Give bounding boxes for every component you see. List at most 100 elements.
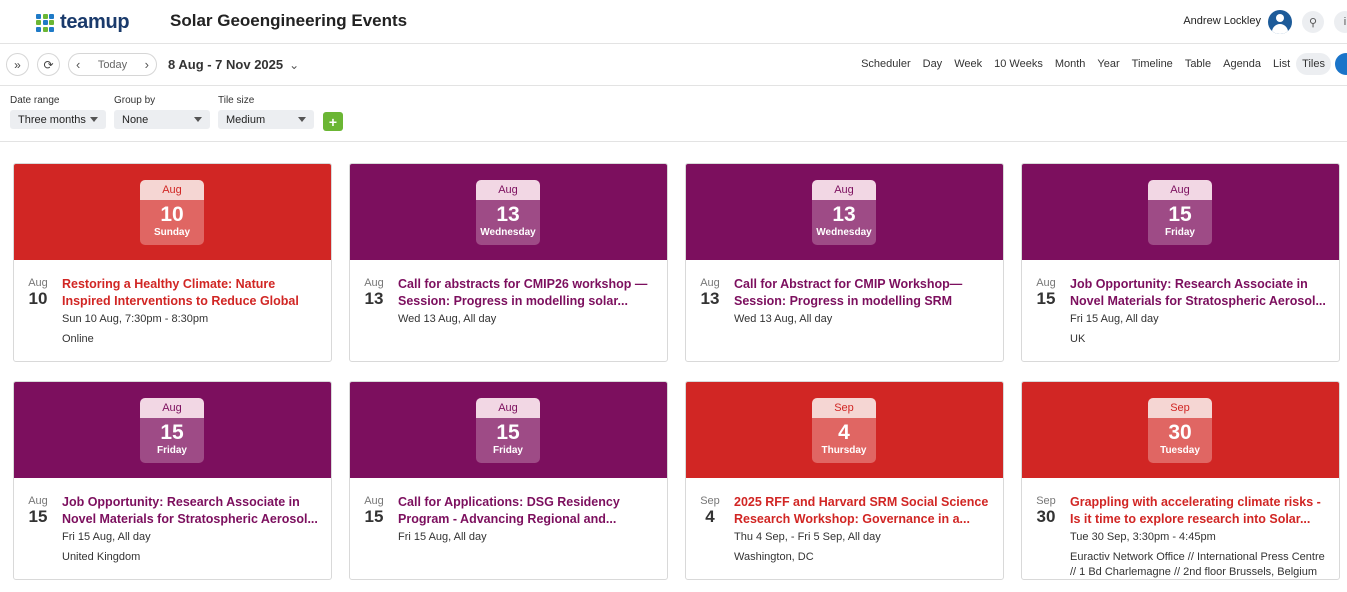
event-tile[interactable]: Aug 13 Wednesday Aug 13 Call for Abstract … [685, 163, 1004, 362]
tile-banner: Aug 13 Wednesday [686, 164, 1003, 260]
event-title[interactable]: Call for Abstract for CMIP Workshop— Ses… [734, 276, 991, 310]
event-location: Euractiv Network Office // International… [1070, 551, 1325, 578]
event-title[interactable]: Grappling with accelerating climate risk… [1070, 494, 1327, 528]
menu-icon[interactable] [1335, 53, 1347, 75]
calendar-badge: Aug 13 Wednesday [476, 180, 540, 245]
event-time: Fri 15 Aug, All day [398, 531, 487, 543]
tile-banner: Aug 10 Sunday [14, 164, 331, 260]
avatar[interactable] [1268, 10, 1292, 34]
mini-date: Aug 15 [362, 495, 386, 527]
mini-day: 15 [364, 507, 384, 526]
event-title[interactable]: Job Opportunity: Research Associate in N… [1070, 276, 1327, 310]
tile-size-filter: Tile size Medium [218, 95, 314, 129]
dropdown-arrow-icon [90, 117, 98, 122]
date-range-select[interactable]: Three months [10, 110, 106, 129]
view-week[interactable]: Week [948, 53, 988, 75]
mini-month: Aug [28, 277, 48, 289]
mini-month: Aug [1036, 277, 1056, 289]
date-range-filter-label: Date range [10, 95, 60, 106]
event-time: Sun 10 Aug, 7:30pm - 8:30pm [62, 313, 209, 325]
mini-date: Aug 13 [698, 277, 722, 309]
mini-date: Aug 13 [362, 277, 386, 309]
calendar-badge: Aug 10 Sunday [140, 180, 204, 245]
event-tiles-grid: Aug 10 Sunday Aug 10 Restoring a Healthy C… [13, 163, 1340, 580]
event-title[interactable]: 2025 RFF and Harvard SRM Social Science … [734, 494, 991, 528]
view-month[interactable]: Month [1049, 53, 1092, 75]
event-tile[interactable]: Aug 10 Sunday Aug 10 Restoring a Healthy C… [13, 163, 332, 362]
calendar-badge: Aug 15 Friday [140, 398, 204, 463]
mini-day: 13 [700, 289, 720, 308]
mini-month: Aug [700, 277, 720, 289]
event-title[interactable]: Call for abstracts for CMIP26 workshop —… [398, 276, 655, 310]
event-tile[interactable]: Aug 15 Friday Aug 15 Job Opportunity: Rese… [1021, 163, 1340, 362]
badge-day: 15 [496, 421, 520, 444]
tile-size-select-value: Medium [226, 113, 266, 126]
tile-filters: Date range Three months Group by None Ti… [0, 86, 1347, 142]
date-range-selector[interactable]: 8 Aug - 7 Nov 2025 ⌄ [168, 57, 299, 72]
mini-day: 30 [1036, 507, 1056, 526]
badge-month: Sep [812, 398, 876, 418]
tile-size-select[interactable]: Medium [218, 110, 314, 129]
event-time: Fri 15 Aug, All day [62, 531, 151, 543]
badge-month: Aug [1148, 180, 1212, 200]
search-icon[interactable]: ⚲ [1302, 11, 1324, 33]
mini-date: Sep 30 [1034, 495, 1058, 527]
event-title[interactable]: Call for Applications: DSG Residency Pro… [398, 494, 655, 528]
view-agenda[interactable]: Agenda [1217, 53, 1267, 75]
badge-weekday: Friday [492, 445, 523, 456]
calendar-badge: Sep 30 Tuesday [1148, 398, 1212, 463]
tile-banner: Sep 4 Thursday [686, 382, 1003, 478]
tile-banner: Aug 15 Friday [14, 382, 331, 478]
view-list[interactable]: List [1267, 53, 1296, 75]
event-tile[interactable]: Aug 13 Wednesday Aug 13 Call for abstracts… [349, 163, 668, 362]
badge-month: Aug [476, 180, 540, 200]
expand-sidebar-icon[interactable]: » [6, 53, 29, 76]
view-year[interactable]: Year [1091, 53, 1125, 75]
event-title[interactable]: Restoring a Healthy Climate: Nature Insp… [62, 276, 319, 310]
prev-arrow-icon[interactable]: ‹ [76, 57, 80, 72]
badge-weekday: Wednesday [816, 227, 872, 238]
event-time: Thu 4 Sep, - Fri 5 Sep, All day [734, 531, 881, 543]
tile-banner: Aug 15 Friday [1022, 164, 1339, 260]
view-scheduler[interactable]: Scheduler [855, 53, 917, 75]
group-by-filter-label: Group by [114, 95, 156, 106]
calendar-badge: Aug 15 Friday [1148, 180, 1212, 245]
calendar-badge: Aug 13 Wednesday [812, 180, 876, 245]
group-by-select[interactable]: None [114, 110, 210, 129]
tile-size-filter-label: Tile size [218, 95, 255, 106]
today-button[interactable]: Today [98, 59, 127, 71]
mini-date: Sep 4 [698, 495, 722, 527]
badge-day: 10 [160, 203, 184, 226]
view-tiles[interactable]: Tiles [1296, 53, 1331, 75]
toolbar: » ⟳ ‹ Today › 8 Aug - 7 Nov 2025 ⌄ Schedu… [0, 44, 1347, 86]
event-title[interactable]: Job Opportunity: Research Associate in N… [62, 494, 319, 528]
event-tile[interactable]: Aug 15 Friday Aug 15 Call for Applications… [349, 381, 668, 580]
event-tile[interactable]: Sep 4 Thursday Sep 4 2025 RFF and Harvard … [685, 381, 1004, 580]
event-location: Online [62, 333, 94, 345]
view-10-weeks[interactable]: 10 Weeks [988, 53, 1049, 75]
event-tile[interactable]: Sep 30 Tuesday Sep 30 Grappling with accel… [1021, 381, 1340, 580]
view-table[interactable]: Table [1179, 53, 1217, 75]
mini-month: Aug [364, 277, 384, 289]
refresh-icon[interactable]: ⟳ [37, 53, 60, 76]
group-by-select-value: None [122, 113, 149, 126]
tile-banner: Aug 13 Wednesday [350, 164, 667, 260]
calendar-badge: Aug 15 Friday [476, 398, 540, 463]
mini-date: Aug 15 [26, 495, 50, 527]
calendar-badge: Sep 4 Thursday [812, 398, 876, 463]
mini-month: Aug [28, 495, 48, 507]
chevron-down-icon: ⌄ [289, 58, 300, 72]
mini-month: Aug [364, 495, 384, 507]
info-icon[interactable]: i [1334, 11, 1347, 33]
view-switcher: Scheduler Day Week 10 Weeks Month Year T… [855, 53, 1347, 75]
next-arrow-icon[interactable]: › [145, 57, 149, 72]
badge-weekday: Wednesday [480, 227, 536, 238]
badge-day: 4 [838, 421, 850, 444]
view-timeline[interactable]: Timeline [1126, 53, 1179, 75]
teamup-logo[interactable]: teamup [36, 11, 130, 34]
event-tile[interactable]: Aug 15 Friday Aug 15 Job Opportunity: Rese… [13, 381, 332, 580]
user-name[interactable]: Andrew Lockley [1183, 15, 1261, 27]
date-range-label: 8 Aug - 7 Nov 2025 [168, 57, 284, 72]
add-event-button[interactable]: + [323, 112, 343, 131]
view-day[interactable]: Day [917, 53, 949, 75]
